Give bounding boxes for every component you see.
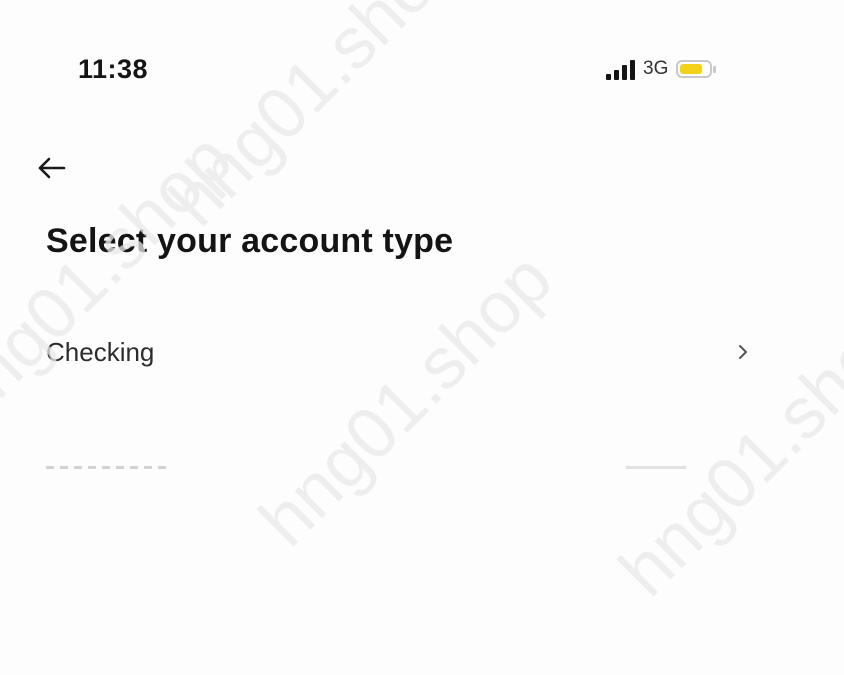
page-title: Select your account type — [46, 222, 454, 260]
app-screen: 11:38 3G Select your account type Checki… — [0, 0, 844, 675]
back-button[interactable] — [34, 148, 74, 188]
arrow-left-icon — [38, 157, 66, 179]
account-type-checking[interactable]: Checking — [46, 322, 760, 382]
account-type-label: Checking — [46, 336, 155, 367]
watermark-text: hng01.shop — [155, 0, 478, 241]
status-time: 11:38 — [78, 54, 149, 84]
empty-area — [0, 470, 844, 675]
status-indicators: 3G — [606, 58, 717, 80]
list-item-cutoff — [46, 462, 760, 470]
network-type: 3G — [643, 58, 669, 79]
battery-icon — [676, 60, 717, 78]
chevron-right-icon — [739, 345, 747, 359]
signal-icon — [606, 58, 635, 80]
